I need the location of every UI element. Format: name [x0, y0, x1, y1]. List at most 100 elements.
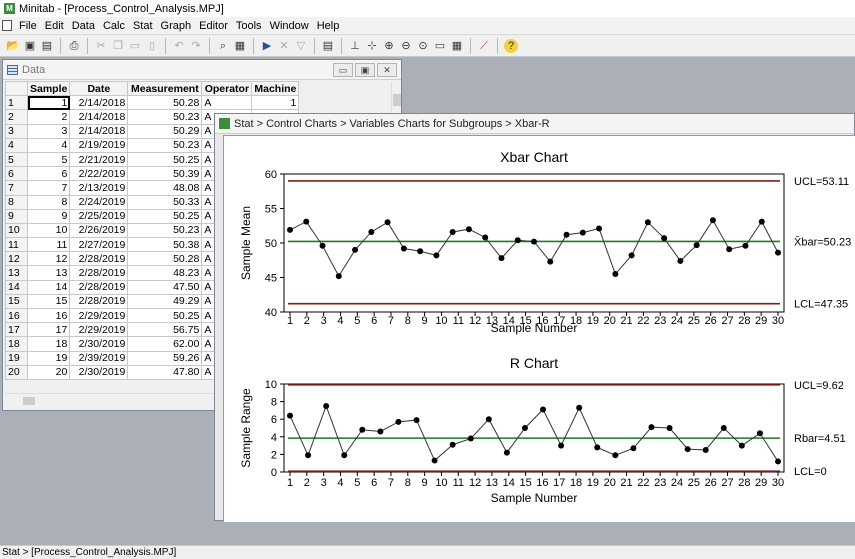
- cell-sample[interactable]: 12: [26, 251, 71, 267]
- cell-sample[interactable]: 9: [26, 208, 71, 224]
- cell-sample[interactable]: 4: [26, 137, 71, 153]
- menu-edit[interactable]: Edit: [41, 20, 68, 32]
- cell-measurement[interactable]: 49.29: [127, 293, 203, 310]
- window-icon[interactable]: ▭: [433, 39, 447, 53]
- cell-measurement[interactable]: 59.26: [127, 350, 203, 366]
- table-row[interactable]: 1 1 2/14/2018 50.28 A 1: [5, 95, 300, 111]
- document-icon[interactable]: [2, 20, 12, 31]
- cell-date[interactable]: 2/14/2018: [69, 123, 129, 139]
- graph-area[interactable]: Xbar Chart 40 45 50 55 60 1 2 3 4 5 6 7 8 9 10 11 12 13 14 1…: [223, 135, 855, 522]
- cell-sample[interactable]: 2: [26, 109, 71, 125]
- cell-date[interactable]: 2/27/2019: [69, 237, 129, 253]
- cut-icon[interactable]: ✂: [94, 39, 108, 53]
- menu-editor[interactable]: Editor: [195, 20, 232, 32]
- zoom-out-icon[interactable]: ⊖: [399, 39, 413, 53]
- cell-sample[interactable]: 5: [26, 151, 71, 168]
- paste-special-icon[interactable]: ▯: [145, 39, 159, 53]
- undo-icon[interactable]: ↶: [172, 39, 186, 53]
- cell-date[interactable]: 2/19/2019: [69, 137, 129, 153]
- cell-machine[interactable]: 1: [251, 95, 300, 111]
- scroll-thumb[interactable]: [23, 397, 35, 405]
- session-icon[interactable]: ▤: [321, 39, 335, 53]
- menu-calc[interactable]: Calc: [99, 20, 129, 32]
- cell-measurement[interactable]: 50.38: [127, 237, 203, 253]
- find-icon[interactable]: ⌕: [216, 39, 230, 53]
- cell-date[interactable]: 2/39/2019: [69, 350, 129, 366]
- print-icon[interactable]: ⎙: [67, 39, 81, 53]
- cell-measurement[interactable]: 62.00: [127, 336, 203, 352]
- column-header[interactable]: Sample: [26, 80, 71, 97]
- cell-measurement[interactable]: 48.23: [127, 265, 203, 281]
- zoom-icon[interactable]: ⊙: [416, 39, 430, 53]
- cell-date[interactable]: 2/28/2019: [69, 265, 129, 281]
- crosshair-icon[interactable]: ⊹: [365, 39, 379, 53]
- cell-sample[interactable]: 15: [26, 293, 71, 310]
- graph-icon[interactable]: ⟋: [477, 39, 491, 53]
- cell-date[interactable]: 2/28/2019: [69, 279, 129, 295]
- cell-date[interactable]: 2/21/2019: [69, 151, 129, 168]
- cell-measurement[interactable]: 50.28: [127, 251, 203, 267]
- cell-date[interactable]: 2/25/2019: [69, 208, 129, 224]
- run-icon[interactable]: ▶: [260, 39, 274, 53]
- menu-data[interactable]: Data: [68, 20, 99, 32]
- cell-sample[interactable]: 13: [26, 265, 71, 281]
- cell-measurement[interactable]: 47.80: [127, 364, 203, 380]
- cell-measurement[interactable]: 56.75: [127, 322, 203, 338]
- cell-measurement[interactable]: 50.23: [127, 137, 203, 153]
- save-project-icon[interactable]: ▤: [40, 39, 54, 53]
- cell-measurement[interactable]: 50.29: [127, 123, 203, 139]
- cell-measurement[interactable]: 50.39: [127, 166, 203, 182]
- menu-file[interactable]: File: [15, 20, 41, 32]
- cell-sample[interactable]: 6: [26, 166, 71, 182]
- cell-operator[interactable]: A: [201, 95, 253, 111]
- cell-sample[interactable]: 16: [26, 307, 71, 324]
- cell-date[interactable]: 2/13/2019: [69, 180, 129, 196]
- cell-measurement[interactable]: 50.25: [127, 151, 203, 168]
- filter-icon[interactable]: ▽: [294, 39, 308, 53]
- zoom-in-icon[interactable]: ⊕: [382, 39, 396, 53]
- menu-window[interactable]: Window: [266, 20, 313, 32]
- close-button[interactable]: ✕: [377, 62, 397, 77]
- cell-date[interactable]: 2/30/2019: [69, 336, 129, 352]
- menu-tools[interactable]: Tools: [232, 20, 266, 32]
- cell-date[interactable]: 2/14/2018: [69, 109, 129, 125]
- menu-help[interactable]: Help: [313, 20, 344, 32]
- cell-sample[interactable]: 7: [26, 180, 71, 196]
- cell-date[interactable]: 2/28/2019: [69, 251, 129, 267]
- open-icon[interactable]: 📂: [6, 39, 20, 53]
- chart-window[interactable]: Stat > Control Charts > Variables Charts…: [214, 113, 855, 522]
- column-header[interactable]: Date: [69, 80, 129, 97]
- menu-stat[interactable]: Stat: [129, 20, 157, 32]
- cell-measurement[interactable]: 47.50: [127, 279, 203, 295]
- worksheet-icon[interactable]: ▦: [233, 39, 247, 53]
- cell-date[interactable]: 2/29/2019: [69, 322, 129, 338]
- cell-measurement[interactable]: 50.23: [127, 222, 203, 239]
- menu-graph[interactable]: Graph: [157, 20, 196, 32]
- cell-sample[interactable]: 1: [26, 95, 71, 111]
- cell-sample[interactable]: 19: [26, 350, 71, 366]
- cell-measurement[interactable]: 50.23: [127, 109, 203, 125]
- redo-icon[interactable]: ↷: [189, 39, 203, 53]
- cell-sample[interactable]: 8: [26, 194, 71, 210]
- copy-icon[interactable]: ❐: [111, 39, 125, 53]
- cell-measurement[interactable]: 50.33: [127, 194, 203, 210]
- cancel-icon[interactable]: ✕: [277, 39, 291, 53]
- help-icon[interactable]: ?: [504, 38, 518, 53]
- cell-sample[interactable]: 20: [26, 364, 71, 380]
- cell-date[interactable]: 2/26/2019: [69, 222, 129, 239]
- cell-date[interactable]: 2/24/2019: [69, 194, 129, 210]
- data-window-titlebar[interactable]: Data ▭ ▣ ✕: [3, 60, 401, 80]
- chart-window-titlebar[interactable]: Stat > Control Charts > Variables Charts…: [215, 114, 854, 134]
- save-icon[interactable]: ▣: [23, 39, 37, 53]
- column-header[interactable]: Measurement: [127, 80, 203, 97]
- cell-sample[interactable]: 3: [26, 123, 71, 139]
- paste-icon[interactable]: ▭: [128, 39, 142, 53]
- cell-measurement[interactable]: 50.28: [127, 95, 203, 111]
- cell-date[interactable]: 2/22/2019: [69, 166, 129, 182]
- cell-date[interactable]: 2/30/2019: [69, 364, 129, 380]
- cell-date[interactable]: 2/28/2019: [69, 293, 129, 310]
- cell-sample[interactable]: 18: [26, 336, 71, 352]
- cell-sample[interactable]: 14: [26, 279, 71, 295]
- minimize-button[interactable]: ▭: [333, 62, 353, 77]
- cell-sample[interactable]: 11: [26, 237, 71, 253]
